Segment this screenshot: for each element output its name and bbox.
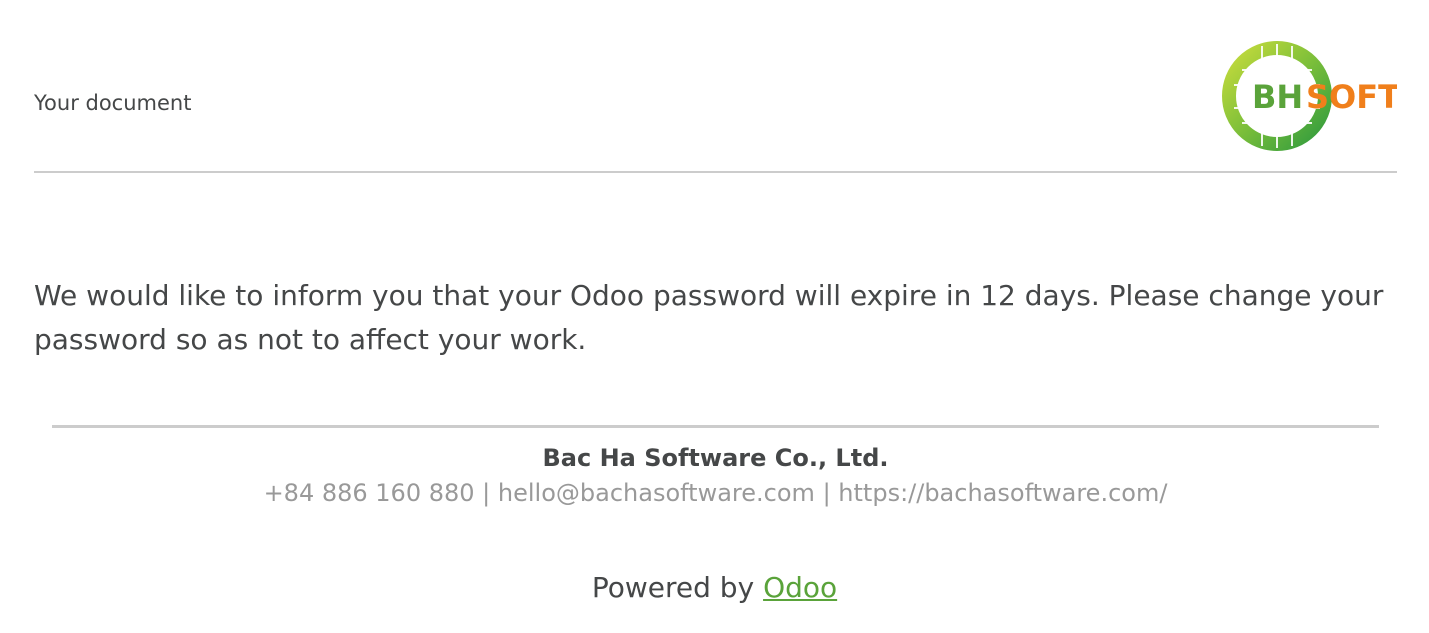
company-name: Bac Ha Software Co., Ltd. bbox=[542, 444, 889, 472]
logo-text-bh: BH bbox=[1252, 78, 1303, 116]
logo-text-soft: SOFT bbox=[1306, 78, 1397, 116]
website-url: https://bachasoftware.com/ bbox=[838, 479, 1168, 507]
email-footer: Bac Ha Software Co., Ltd. +84 886 160 88… bbox=[52, 425, 1379, 509]
email-address: hello@bachasoftware.com bbox=[497, 479, 815, 507]
powered-by-prefix: Powered by bbox=[591, 571, 755, 604]
company-logo: BH SOFT bbox=[1222, 40, 1397, 152]
password-expiry-message: We would like to inform you that your Od… bbox=[34, 279, 1384, 356]
powered-by: Powered by Odoo bbox=[0, 569, 1429, 607]
odoo-link[interactable]: Odoo bbox=[763, 571, 837, 604]
email-header: Your document BH SOFT bbox=[34, 0, 1397, 173]
contact-line: +84 886 160 880 | hello@bachasoftware.co… bbox=[52, 477, 1379, 509]
separator: | bbox=[822, 479, 831, 507]
document-label: Your document bbox=[34, 91, 192, 115]
separator: | bbox=[482, 479, 491, 507]
phone-number: +84 886 160 880 bbox=[263, 479, 475, 507]
